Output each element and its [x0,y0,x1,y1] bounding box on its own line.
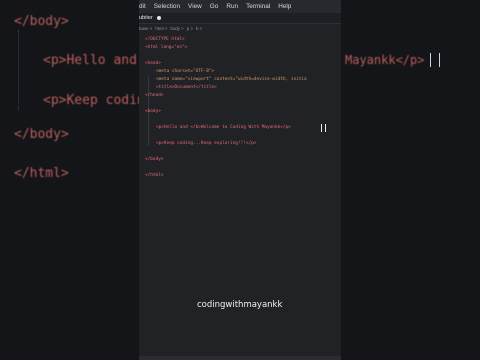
menu-run[interactable]: Run [226,3,238,10]
unsaved-dot-icon[interactable] [156,16,161,20]
code-line: <p>Keep coding...Keep exploring!!!</p> [156,141,257,146]
menu-go[interactable]: Go [210,3,219,10]
code-line: <!DOCTYPE html> [145,37,185,42]
code-line: <body> [145,109,161,114]
bg-p-hello: <p>Hello and [43,53,137,68]
code-line: <html lang="en"> [145,45,188,50]
watermark-text: codingwithmayankk [197,300,283,310]
code-line: <meta name="viewport" content="width=dev… [156,77,307,82]
tab-bar: ubiter [139,13,341,24]
breadcrumb-item[interactable]: body > [170,26,183,31]
code-line: <p>Hello and </b>Welcome to Coding With … [156,125,291,130]
bg-right-text: Mayankk</p> [345,53,425,67]
menu-bar: dit Selection View Go Run Terminal Help [139,0,341,13]
bg-body-open: </body> [14,14,69,29]
breadcrumb: base > html > body > p > b > [139,24,341,33]
code-line: <head> [145,61,161,66]
breadcrumb-item[interactable]: base > [139,26,152,31]
code-line: <title>Document</title> [156,85,217,90]
menu-view[interactable]: View [188,3,202,10]
code-line: <meta charset="UTF-8"> [156,69,215,74]
menu-terminal[interactable]: Terminal [246,3,270,10]
bg-p-keep: <p>Keep codin [43,93,145,108]
breadcrumb-item[interactable]: html > [155,26,167,31]
code-line: </head> [145,93,164,98]
text-cursor-icon [321,124,326,132]
status-bar [139,356,341,360]
editor-tab-label[interactable]: ubiter [139,15,153,21]
indent-guide [18,30,19,110]
breadcrumb-item[interactable]: b > [196,26,202,31]
menu-help[interactable]: Help [278,3,291,10]
menu-edit[interactable]: dit [139,3,146,10]
bg-html-close: </html> [14,166,69,181]
code-line: </html> [145,173,164,178]
code-line: </body> [145,157,164,162]
bg-body-close: </body> [14,127,69,142]
menu-selection[interactable]: Selection [154,3,180,10]
bg-text-cursor [430,53,440,67]
breadcrumb-item[interactable]: p > [187,26,193,31]
